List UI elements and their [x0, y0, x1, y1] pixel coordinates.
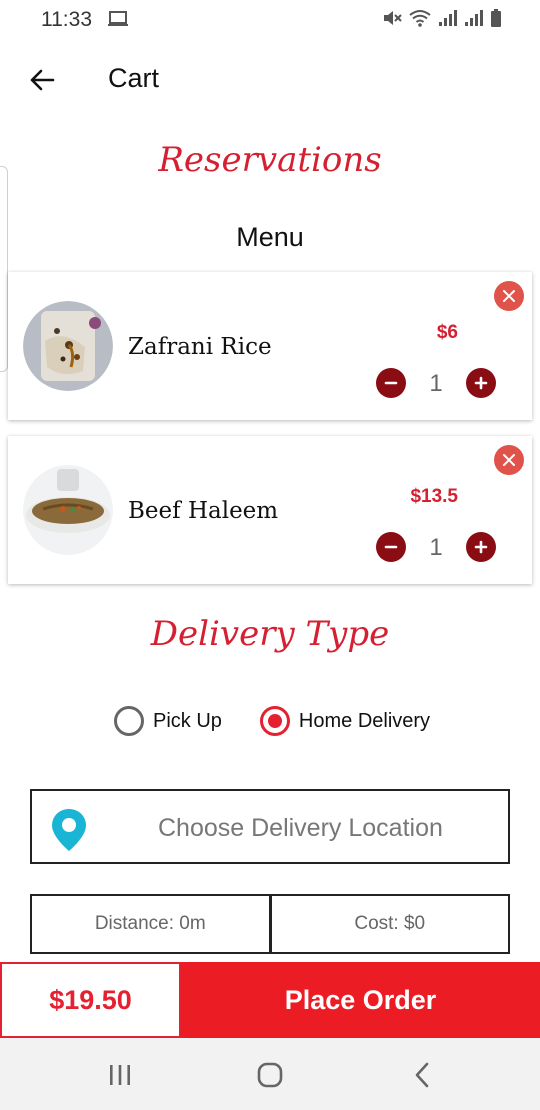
home-button[interactable]	[250, 1060, 290, 1090]
minus-icon	[384, 381, 398, 385]
home-icon	[257, 1062, 283, 1088]
signal-icon	[465, 10, 483, 26]
wifi-icon	[409, 10, 431, 27]
quantity-value: 1	[429, 370, 443, 397]
signal-icon	[439, 10, 457, 26]
location-placeholder: Choose Delivery Location	[158, 814, 443, 842]
back-button[interactable]	[20, 60, 64, 100]
item-name: Beef Haleem	[128, 498, 279, 524]
minus-icon	[384, 545, 398, 549]
order-bar: $19.50 Place Order	[0, 962, 540, 1038]
map-pin-icon	[52, 809, 86, 851]
item-price: $6	[436, 322, 458, 343]
mute-icon	[384, 11, 402, 25]
item-image	[23, 301, 113, 391]
arrow-left-icon	[30, 69, 55, 91]
plus-icon	[474, 540, 488, 554]
remove-item-button[interactable]	[494, 281, 524, 311]
plus-icon	[474, 376, 488, 390]
close-icon	[503, 454, 515, 466]
decrease-quantity-button[interactable]	[376, 532, 406, 562]
item-image	[23, 465, 113, 555]
laptop-icon	[108, 11, 128, 26]
distance-value: Distance: 0m	[30, 894, 271, 954]
increase-quantity-button[interactable]	[466, 368, 496, 398]
chevron-left-icon	[415, 1062, 429, 1088]
app-bar: Cart	[0, 40, 540, 120]
delivery-info-row: Distance: 0m Cost: $0	[30, 894, 510, 954]
item-price: $13.5	[410, 486, 458, 507]
quantity-value: 1	[429, 534, 443, 561]
radio-button[interactable]	[114, 706, 144, 736]
cart-item-card: Beef Haleem $13.5 1	[8, 436, 532, 584]
choose-location-field[interactable]: Choose Delivery Location	[30, 789, 510, 864]
edge-panel-handle[interactable]	[0, 166, 8, 372]
status-bar: 11:33	[0, 0, 540, 40]
battery-icon	[491, 9, 501, 27]
system-nav-bar	[0, 1038, 540, 1110]
status-time: 11:33	[41, 8, 92, 31]
place-order-button[interactable]: Place Order	[181, 962, 540, 1038]
page-title: Cart	[108, 63, 160, 93]
cost-value: Cost: $0	[270, 894, 510, 954]
recent-apps-icon	[110, 1065, 130, 1085]
radio-home-delivery[interactable]: Home Delivery	[259, 706, 431, 736]
radio-pick-up[interactable]: Pick Up	[114, 706, 222, 736]
menu-label: Menu	[236, 222, 304, 252]
delivery-type-heading: Delivery Type	[150, 614, 390, 654]
decrease-quantity-button[interactable]	[376, 368, 406, 398]
close-icon	[503, 290, 515, 302]
quantity-stepper: 1	[376, 532, 496, 564]
system-back-button[interactable]	[402, 1060, 442, 1090]
remove-item-button[interactable]	[494, 445, 524, 475]
radio-label: Pick Up	[153, 709, 222, 732]
item-name: Zafrani Rice	[128, 334, 272, 360]
order-total: $19.50	[0, 962, 181, 1038]
radio-label: Home Delivery	[298, 709, 431, 732]
recent-apps-button[interactable]	[100, 1060, 140, 1090]
radio-button[interactable]	[259, 706, 290, 736]
delivery-type-radio-group: Pick Up Home Delivery	[114, 704, 430, 738]
status-icons	[382, 9, 502, 27]
quantity-stepper: 1	[376, 368, 496, 400]
reservations-heading: Reservations	[158, 140, 382, 180]
increase-quantity-button[interactable]	[466, 532, 496, 562]
cart-item-card: Zafrani Rice $6 1	[8, 272, 532, 420]
